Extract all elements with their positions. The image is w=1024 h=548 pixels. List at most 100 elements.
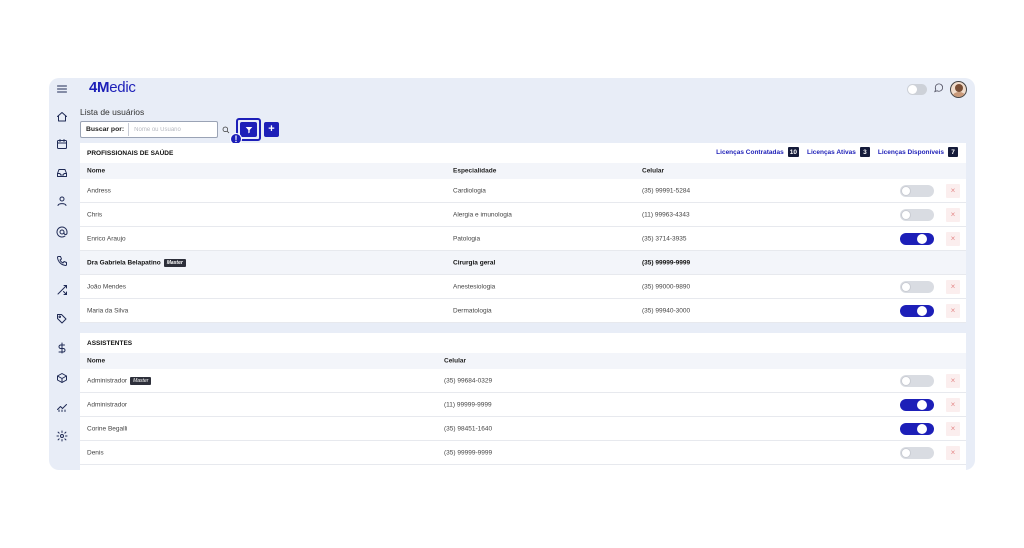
- professionals-header: PROFISSIONAIS DE SAÚDE Licenças Contrata…: [80, 143, 966, 163]
- chart-icon[interactable]: [54, 399, 70, 415]
- filter-icon: [245, 126, 252, 133]
- filter-highlight: !: [230, 118, 261, 145]
- cell-phone: (11) 99999-9999: [444, 401, 492, 408]
- table-row: Administrador (11) 99999-9999 ×: [80, 393, 966, 417]
- cell-phone: (35) 99991-5284: [642, 187, 691, 194]
- professionals-panel: PROFISSIONAIS DE SAÚDE Licenças Contrata…: [80, 143, 966, 323]
- active-toggle[interactable]: [900, 398, 934, 411]
- column-header-phone: Celular: [444, 357, 467, 365]
- table-row: Enrico Araujo Patologia (35) 3714-3935 ×: [80, 227, 966, 251]
- master-badge: Master: [130, 376, 152, 385]
- cell-specialty: Dermatologia: [453, 307, 492, 314]
- cell-specialty: Patologia: [453, 235, 481, 242]
- shuffle-icon[interactable]: [54, 282, 70, 298]
- table-row: Andress Cardiologia (35) 99991-5284 ×: [80, 179, 966, 203]
- cell-name: Maria da Silva: [87, 307, 128, 314]
- active-toggle[interactable]: [900, 446, 934, 459]
- license-label: Licenças Contratadas: [716, 148, 784, 156]
- column-header-phone: Celular: [642, 167, 665, 175]
- active-toggle[interactable]: [900, 304, 934, 317]
- cell-name: Chris: [87, 211, 102, 218]
- top-right-controls: [907, 80, 967, 98]
- user-name: Corine Begalli: [87, 425, 128, 432]
- dollar-icon[interactable]: [54, 340, 70, 356]
- cell-phone: (35) 98451-1640: [444, 425, 493, 432]
- cell-phone: (35) 99940-3000: [642, 307, 691, 314]
- section-title: PROFISSIONAIS DE SAÚDE: [87, 149, 174, 157]
- active-toggle[interactable]: [900, 280, 934, 293]
- active-toggle[interactable]: [900, 374, 934, 387]
- user-name: Chris: [87, 211, 103, 218]
- user-name: Dra Gabriela Belapatino: [87, 259, 161, 267]
- assistants-panel: ASSISTENTES Nome Celular Administrador Ma…: [80, 333, 966, 470]
- search-input[interactable]: [129, 126, 210, 133]
- box-icon[interactable]: [54, 370, 70, 386]
- delete-icon[interactable]: ×: [946, 373, 960, 388]
- table-row: Chris Alergia e imunologia (11) 99963-4343…: [80, 203, 966, 227]
- calendar-icon[interactable]: [54, 136, 70, 152]
- search-icon: [222, 126, 230, 133]
- table-header: Nome Celular: [80, 353, 966, 369]
- tag-icon[interactable]: [54, 311, 70, 327]
- inbox-icon[interactable]: [54, 165, 70, 181]
- delete-icon[interactable]: ×: [946, 231, 960, 246]
- table-row: Dra Gabriela Belapatino Master Cirurgia ge…: [80, 251, 966, 275]
- search-row: Buscar por: ! +: [80, 118, 279, 145]
- avatar[interactable]: [950, 80, 967, 98]
- delete-icon[interactable]: ×: [946, 303, 960, 318]
- table-row: Corine Begalli (35) 98451-1640 ×: [80, 417, 966, 441]
- user-name: Denis: [87, 449, 104, 456]
- add-user-button[interactable]: +: [264, 122, 279, 137]
- user-name: Maria da Silva: [87, 307, 129, 314]
- license-count: 7: [948, 147, 958, 157]
- cell-phone: (35) 3714-3935: [642, 235, 687, 242]
- delete-icon[interactable]: ×: [946, 445, 960, 460]
- assistants-header: ASSISTENTES: [80, 333, 966, 353]
- delete-icon[interactable]: ×: [946, 207, 960, 222]
- column-header-name: Nome: [87, 167, 106, 175]
- user-icon[interactable]: [54, 193, 70, 209]
- cell-name: Dra Gabriela Belapatino Master: [87, 258, 186, 267]
- logo-rest: edic: [109, 79, 136, 96]
- cell-name: João Mendes: [87, 283, 126, 290]
- user-name: Enrico Araujo: [87, 235, 126, 242]
- cell-name: Administrador Master: [87, 376, 152, 385]
- active-toggle[interactable]: [900, 208, 934, 221]
- table-row: João Mendes Anestesiologia (35) 99000-9890…: [80, 275, 966, 299]
- page-title: Lista de usuários: [80, 107, 145, 117]
- cell-name: Andress: [87, 187, 111, 194]
- app-window: 4Medic Lista de usuários Buscar por: ! +…: [49, 78, 975, 470]
- active-toggle[interactable]: [900, 232, 934, 245]
- search-box: Buscar por:: [80, 121, 218, 138]
- chat-icon[interactable]: [933, 80, 944, 98]
- delete-icon[interactable]: ×: [946, 397, 960, 412]
- active-toggle[interactable]: [900, 184, 934, 197]
- cell-specialty: Cirurgia geral: [453, 259, 496, 266]
- at-sign-icon[interactable]: [54, 224, 70, 240]
- logo-bold: 4M: [89, 79, 110, 96]
- delete-icon[interactable]: ×: [946, 279, 960, 294]
- table-row: Maria da Silva Dermatologia (35) 99940-300…: [80, 299, 966, 323]
- home-icon[interactable]: [54, 109, 70, 125]
- menu-icon[interactable]: [54, 81, 70, 97]
- user-name: João Mendes: [87, 283, 127, 290]
- active-toggle[interactable]: [900, 422, 934, 435]
- user-name: Administrador: [87, 401, 128, 408]
- delete-icon[interactable]: ×: [946, 421, 960, 436]
- license-summary: Licenças Contratadas 10 Licenças Ativas …: [716, 147, 962, 157]
- cell-name: Administrador: [87, 401, 127, 408]
- delete-icon[interactable]: ×: [946, 183, 960, 198]
- column-header-specialty: Especialidade: [453, 167, 497, 175]
- section-title: ASSISTENTES: [87, 339, 133, 347]
- theme-toggle[interactable]: [907, 83, 927, 95]
- settings-icon[interactable]: [54, 428, 70, 444]
- phone-icon[interactable]: [54, 253, 70, 269]
- cell-phone: (35) 99000-9890: [642, 283, 691, 290]
- license-count: 10: [787, 147, 799, 157]
- sidebar: [49, 78, 75, 470]
- app-logo[interactable]: 4Medic: [89, 79, 136, 96]
- cell-name: Enrico Araujo: [87, 235, 126, 242]
- filter-button[interactable]: [240, 122, 257, 137]
- cell-name: Denis: [87, 449, 104, 456]
- cell-specialty: Alergia e imunologia: [453, 211, 512, 218]
